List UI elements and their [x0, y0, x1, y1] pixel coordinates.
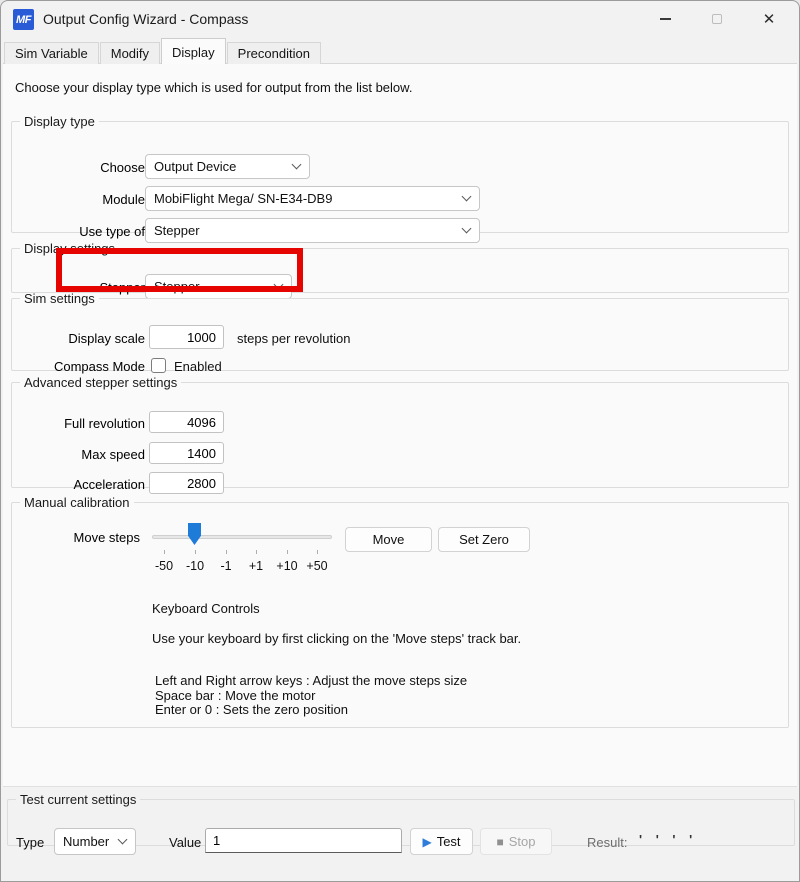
- choose-dropdown[interactable]: Output Device: [145, 154, 310, 179]
- display-settings-legend: Display settings: [20, 241, 119, 256]
- display-scale-suffix: steps per revolution: [237, 331, 350, 346]
- slider-tick: [287, 550, 288, 554]
- type-label: Type: [16, 835, 44, 850]
- display-scale-input[interactable]: [149, 325, 224, 349]
- minimize-icon: [660, 18, 671, 19]
- use-type-label: Use type of: [17, 224, 145, 239]
- window-controls: ✕: [639, 1, 795, 38]
- acceleration-input[interactable]: [149, 472, 224, 494]
- window-title: Output Config Wizard - Compass: [43, 11, 248, 27]
- slider-tick: [317, 550, 318, 554]
- keyboard-controls-intro: Use your keyboard by first clicking on t…: [152, 631, 521, 647]
- slider-track[interactable]: [152, 535, 332, 539]
- display-settings-group: Display settings Stepper Stepper: [11, 241, 789, 293]
- output-config-wizard-window: MF Output Config Wizard - Compass ✕ Sim …: [0, 0, 800, 882]
- sim-settings-group: Sim settings Display scale steps per rev…: [11, 291, 789, 371]
- compass-mode-checkbox[interactable]: [151, 358, 166, 373]
- keyboard-controls-lines: Left and Right arrow keys : Adjust the m…: [155, 674, 467, 718]
- chevron-down-icon: [118, 835, 128, 845]
- use-type-dropdown[interactable]: Stepper: [145, 218, 480, 243]
- type-dropdown[interactable]: Number: [54, 828, 136, 855]
- result-label: Result:: [587, 835, 627, 850]
- result-value: ' ' ' ': [639, 832, 697, 847]
- move-steps-slider[interactable]: [152, 522, 332, 554]
- use-type-dropdown-value: Stepper: [154, 223, 200, 238]
- keyboard-controls-title: Keyboard Controls: [152, 601, 260, 616]
- display-type-legend: Display type: [20, 114, 99, 129]
- max-speed-label: Max speed: [17, 447, 145, 462]
- stop-icon: ■: [497, 835, 504, 849]
- keyboard-line: Left and Right arrow keys : Adjust the m…: [155, 674, 467, 689]
- acceleration-label: Acceleration: [17, 477, 145, 492]
- mobiflight-logo-icon: MF: [13, 9, 34, 30]
- chevron-down-icon: [292, 160, 302, 170]
- slider-tick: [195, 550, 196, 554]
- display-scale-label: Display scale: [17, 331, 145, 346]
- compass-mode-checkbox-label: Enabled: [174, 359, 222, 374]
- slider-thumb-icon[interactable]: [188, 523, 201, 545]
- intro-text: Choose your display type which is used f…: [15, 80, 412, 95]
- tab-strip: Sim Variable Modify Display Precondition: [4, 39, 322, 64]
- move-button[interactable]: Move: [345, 527, 432, 552]
- tab-display[interactable]: Display: [161, 38, 226, 64]
- chevron-down-icon: [462, 192, 472, 202]
- slider-tick-label: +50: [299, 559, 335, 573]
- maximize-icon: [712, 14, 722, 24]
- manual-calibration-group: Manual calibration Move steps -50 -10 -1…: [11, 495, 789, 728]
- manual-calibration-legend: Manual calibration: [20, 495, 134, 510]
- stop-button-label: Stop: [509, 834, 536, 849]
- test-button[interactable]: ▶ Test: [410, 828, 473, 855]
- test-value-input[interactable]: [205, 828, 402, 853]
- test-settings-group: Test current settings Type Number Value …: [7, 792, 795, 846]
- choose-dropdown-value: Output Device: [154, 159, 236, 174]
- close-icon: ✕: [763, 10, 776, 28]
- sim-settings-legend: Sim settings: [20, 291, 99, 306]
- module-dropdown-value: MobiFlight Mega/ SN-E34-DB9: [154, 191, 332, 206]
- keyboard-line: Enter or 0 : Sets the zero position: [155, 703, 467, 718]
- keyboard-line: Space bar : Move the motor: [155, 689, 467, 704]
- chevron-down-icon: [274, 280, 284, 290]
- slider-tick: [226, 550, 227, 554]
- close-button[interactable]: ✕: [743, 1, 795, 37]
- type-dropdown-value: Number: [63, 834, 109, 849]
- value-label: Value: [169, 835, 201, 850]
- maximize-button: [691, 1, 743, 37]
- module-label: Module: [17, 192, 145, 207]
- slider-tick: [256, 550, 257, 554]
- titlebar: MF Output Config Wizard - Compass ✕: [1, 1, 799, 38]
- stop-button: ■ Stop: [480, 828, 552, 855]
- module-dropdown[interactable]: MobiFlight Mega/ SN-E34-DB9: [145, 186, 480, 211]
- play-icon: ▶: [422, 835, 431, 849]
- display-type-group: Display type Choose Output Device Module…: [11, 114, 789, 233]
- advanced-stepper-legend: Advanced stepper settings: [20, 375, 181, 390]
- tab-precondition[interactable]: Precondition: [227, 42, 321, 64]
- advanced-stepper-group: Advanced stepper settings Full revolutio…: [11, 375, 789, 488]
- compass-mode-label: Compass Mode: [17, 359, 145, 374]
- move-steps-label: Move steps: [12, 530, 140, 545]
- chevron-down-icon: [462, 224, 472, 234]
- minimize-button[interactable]: [639, 1, 691, 37]
- tab-modify[interactable]: Modify: [100, 42, 160, 64]
- full-revolution-input[interactable]: [149, 411, 224, 433]
- choose-label: Choose: [17, 160, 145, 175]
- set-zero-button[interactable]: Set Zero: [438, 527, 530, 552]
- max-speed-input[interactable]: [149, 442, 224, 464]
- full-revolution-label: Full revolution: [17, 416, 145, 431]
- test-settings-legend: Test current settings: [16, 792, 140, 807]
- test-button-label: Test: [437, 834, 461, 849]
- tab-sim-variable[interactable]: Sim Variable: [4, 42, 99, 64]
- slider-tick: [164, 550, 165, 554]
